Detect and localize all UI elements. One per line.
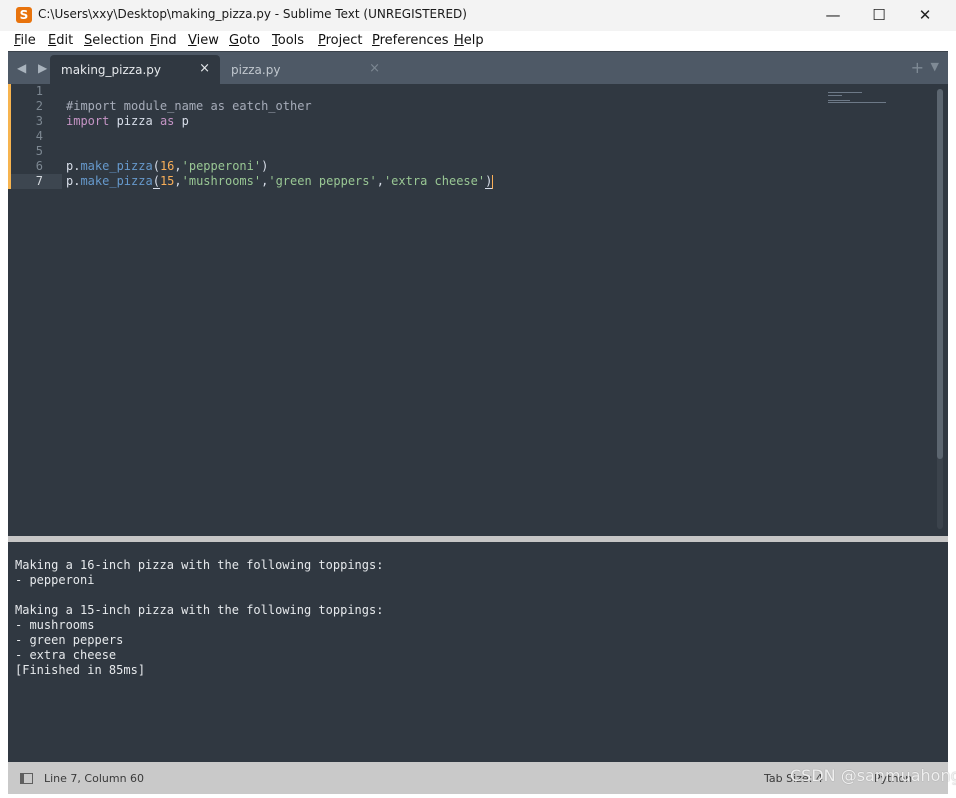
- code-token: 'mushrooms': [181, 174, 262, 188]
- output-line: - extra cheese: [15, 648, 117, 662]
- build-output-panel[interactable]: Making a 16-inch pizza with the followin…: [8, 542, 948, 762]
- output-line: Making a 16-inch pizza with the followin…: [15, 558, 384, 572]
- minimap[interactable]: [828, 88, 908, 108]
- text-caret: [492, 174, 494, 189]
- code-line: import pizza as p: [66, 114, 189, 129]
- menu-tools[interactable]: Tools: [272, 33, 304, 48]
- code-token: ,: [174, 174, 182, 188]
- code-token: make_pizza: [80, 174, 153, 188]
- output-line: - pepperoni: [15, 573, 95, 587]
- sublime-logo-icon: S: [16, 7, 32, 23]
- menu-find[interactable]: Find: [150, 33, 177, 48]
- code-token: p.: [66, 159, 81, 173]
- code-line: p.make_pizza(15,'mushrooms','green peppe…: [66, 174, 494, 189]
- code-token: pizza: [109, 114, 160, 128]
- code-token: ): [485, 174, 493, 189]
- code-token: as: [159, 114, 175, 128]
- line-number-gutter: 1 2 3 4 5 6 7: [8, 84, 56, 536]
- menu-preferences[interactable]: Preferences: [372, 33, 448, 48]
- output-line: Making a 15-inch pizza with the followin…: [15, 603, 384, 617]
- csdn-watermark: CSDN @sanmuahong: [790, 766, 956, 785]
- output-line: - mushrooms: [15, 618, 95, 632]
- line-number: 2: [35, 99, 43, 113]
- scrollbar-thumb[interactable]: [937, 89, 943, 459]
- code-token: 'green peppers': [268, 174, 377, 188]
- tab-list-dropdown-icon[interactable]: ▼: [931, 60, 939, 73]
- menu-edit[interactable]: Edit: [48, 33, 73, 48]
- tab-close-icon[interactable]: ×: [199, 61, 210, 76]
- code-token: #import module_name as eatch_other: [66, 99, 312, 113]
- line-number: 6: [35, 159, 43, 173]
- code-token: import: [66, 114, 110, 128]
- tab-bar: ◀ ▶ making_pizza.py × pizza.py × + ▼: [8, 51, 948, 84]
- line-number: 1: [35, 84, 43, 98]
- line-number: 5: [35, 144, 43, 158]
- tab-pizza[interactable]: pizza.py ×: [220, 55, 390, 84]
- code-token: 16: [159, 159, 175, 173]
- tab-nav-arrows-icon[interactable]: ◀ ▶: [17, 61, 51, 75]
- new-tab-plus-icon[interactable]: +: [911, 58, 924, 77]
- menu-file[interactable]: File: [14, 33, 36, 48]
- code-editor[interactable]: 1 2 3 4 5 6 7 #import module_name as eat…: [8, 84, 948, 536]
- cursor-position: Line 7, Column 60: [44, 772, 145, 785]
- line-number: 4: [35, 129, 43, 143]
- window-title: C:\Users\xxy\Desktop\making_pizza.py - S…: [38, 7, 467, 21]
- line-number-current: 7: [35, 174, 43, 188]
- output-line: - green peppers: [15, 633, 124, 647]
- code-token: 'extra cheese': [383, 174, 486, 188]
- close-window-button[interactable]: ✕: [902, 0, 948, 31]
- show-panel-icon[interactable]: [20, 773, 33, 784]
- code-token: ): [261, 159, 269, 173]
- menu-bar: File Edit Selection Find View Goto Tools…: [0, 31, 956, 51]
- code-token: 15: [159, 174, 175, 188]
- code-token: (: [152, 174, 160, 189]
- menu-project[interactable]: Project: [318, 33, 363, 48]
- menu-goto[interactable]: Goto: [229, 33, 260, 48]
- code-line: p.make_pizza(16,'pepperoni'): [66, 159, 268, 174]
- menu-help[interactable]: Help: [454, 33, 484, 48]
- tab-label: pizza.py: [231, 63, 281, 77]
- minimize-button[interactable]: —: [810, 0, 856, 31]
- title-bar: S C:\Users\xxy\Desktop\making_pizza.py -…: [0, 0, 956, 31]
- menu-selection[interactable]: Selection: [84, 33, 144, 48]
- code-token: p: [174, 114, 189, 128]
- maximize-button[interactable]: ☐: [856, 0, 902, 31]
- code-token: make_pizza: [80, 159, 153, 173]
- tab-making-pizza[interactable]: making_pizza.py ×: [50, 55, 220, 84]
- tab-close-icon[interactable]: ×: [369, 61, 380, 76]
- code-token: 'pepperoni': [181, 159, 262, 173]
- editor-scrollbar[interactable]: [937, 89, 943, 529]
- code-token: ,: [174, 159, 182, 173]
- line-number: 3: [35, 114, 43, 128]
- code-line: #import module_name as eatch_other: [66, 99, 312, 114]
- code-token: ,: [376, 174, 384, 188]
- code-token: (: [152, 159, 160, 173]
- output-line: [Finished in 85ms]: [15, 663, 146, 677]
- code-token: p.: [66, 174, 81, 188]
- tab-label: making_pizza.py: [61, 63, 161, 77]
- menu-view[interactable]: View: [188, 33, 219, 48]
